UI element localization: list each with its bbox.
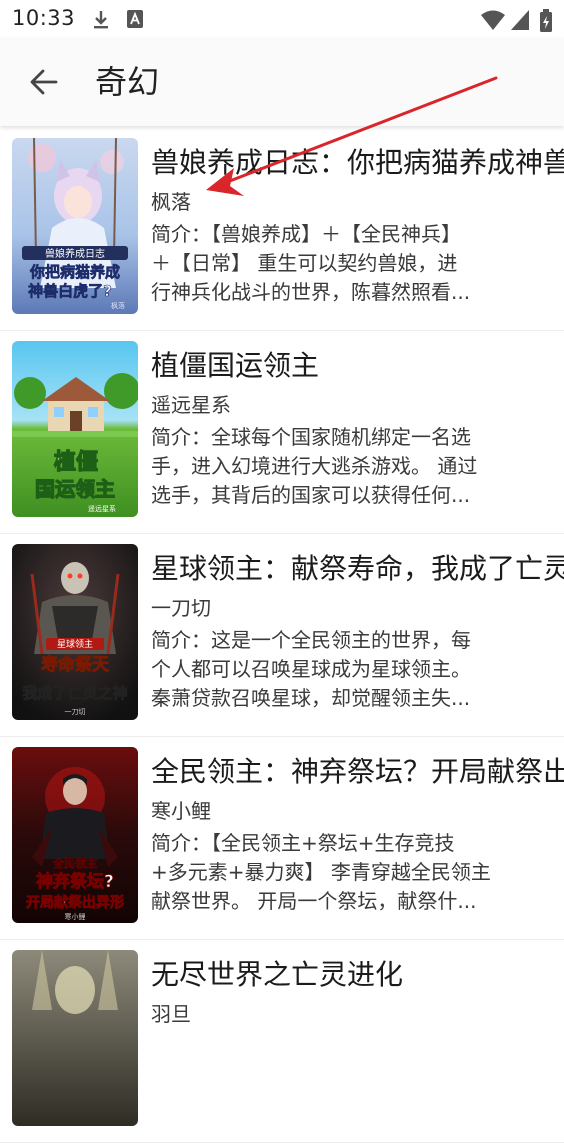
book-item[interactable]: 植僵 国运领主 遥远星系 植僵国运领主 遥远星系 简介：全球每个国家随机绑定一名… (0, 331, 564, 534)
wifi-icon (480, 9, 506, 35)
book-cover: 植僵 国运领主 遥远星系 (12, 341, 138, 517)
intro-line: 简介：【兽娘养成】＋【全民神兵】 (151, 222, 461, 246)
cover-author: 枫落 (111, 301, 125, 310)
book-intro: 简介：这是一个全民领主的世界，每 个人都可以召唤星球成为星球领主。 秦萧贷款召唤… (151, 626, 511, 713)
intro-line: 选手，其背后的国家可以获得任何... (151, 483, 471, 507)
book-title: 无尽世界之亡灵进化 (151, 958, 404, 991)
book-title: 兽娘养成日志：你把病猫养成神兽 (151, 146, 564, 179)
book-title: 植僵国运领主 (151, 349, 320, 382)
intro-line: 献祭世界。 开局一个祭坛，献祭什... (151, 889, 477, 913)
download-icon (92, 9, 110, 35)
cover-title-line1: 神弃祭坛? (36, 871, 114, 892)
cover-subtitle: 兽娘养成日志 (45, 247, 105, 260)
book-intro: 简介：全球每个国家随机绑定一名选 手，进入幻境进行大逃杀游戏。 通过 选手，其背… (151, 423, 511, 510)
book-cover: 兽娘养成日志 你把病猫养成 神兽白虎了? 枫落 (12, 138, 138, 314)
back-button[interactable] (20, 60, 68, 104)
cover-title-line2: 国运领主 (35, 477, 115, 501)
intro-line: 行神兵化战斗的世界，陈暮然照看... (151, 280, 471, 304)
cover-title-line1: 植僵 (54, 449, 98, 475)
book-item[interactable]: 无尽世界之亡灵进化 羽旦 (0, 940, 564, 1143)
cover-title-line2: 我成了亡灵之神 (22, 684, 127, 702)
cover-title-line1: 你把病猫养成 (29, 263, 120, 281)
intro-line: 简介：全球每个国家随机绑定一名选 (151, 425, 471, 449)
arrow-left-icon (30, 69, 58, 95)
book-cover: 全民领主 神弃祭坛? 开局献祭出异形 寒小鲤 (12, 747, 138, 923)
cover-subtitle: 星球领主 (57, 638, 93, 650)
cover-title-line2: 开局献祭出异形 (26, 894, 124, 911)
intro-line: 简介：这是一个全民领主的世界，每 (151, 628, 471, 652)
intro-line: 手，进入幻境进行大逃杀游戏。 通过 (151, 454, 478, 478)
cover-author: 遥远星系 (88, 504, 116, 513)
book-title: 星球领主：献祭寿命，我成了亡灵 (151, 552, 564, 585)
book-author: 一刀切 (151, 596, 211, 620)
book-author: 枫落 (151, 190, 191, 214)
intro-line: ＋【日常】 重生可以契约兽娘，进 (151, 251, 458, 275)
intro-line: +多元素+暴力爽】 李青穿越全民领主 (151, 860, 491, 884)
cover-author: 一刀切 (65, 708, 86, 716)
book-title: 全民领主：神弃祭坛？开局献祭出 (151, 755, 564, 788)
status-bar: 10:33 (0, 0, 564, 38)
book-author: 寒小鲤 (151, 799, 211, 823)
intro-line: 简介：【全民领主+祭坛+生存竞技 (151, 831, 455, 855)
intro-line: 个人都可以召唤星球成为星球领主。 (151, 657, 471, 681)
signal-icon (510, 9, 530, 35)
book-author: 遥远星系 (151, 393, 231, 417)
cover-title-line2: 神兽白虎了? (28, 282, 112, 300)
book-cover: 星球领主 寿命祭天 我成了亡灵之神 一刀切 (12, 544, 138, 720)
page-title: 奇幻 (95, 63, 160, 101)
app-bar: 奇幻 (0, 38, 564, 126)
status-time: 10:33 (12, 6, 76, 30)
book-item[interactable]: 全民领主 神弃祭坛? 开局献祭出异形 寒小鲤 全民领主：神弃祭坛？开局献祭出 寒… (0, 737, 564, 940)
book-author: 羽旦 (151, 1002, 191, 1026)
book-intro: 简介：【全民领主+祭坛+生存竞技 +多元素+暴力爽】 李青穿越全民领主 献祭世界… (151, 829, 511, 916)
cover-subtitle: 全民领主 (52, 856, 97, 870)
intro-line: 秦萧贷款召唤星球，却觉醒领主失... (151, 686, 471, 710)
a-notification-icon (126, 9, 144, 33)
book-list: 兽娘养成日志 你把病猫养成 神兽白虎了? 枫落 兽娘养成日志：你把病猫养成神兽 … (0, 128, 564, 1143)
cover-title-line1: 寿命祭天 (41, 654, 110, 675)
book-item[interactable]: 兽娘养成日志 你把病猫养成 神兽白虎了? 枫落 兽娘养成日志：你把病猫养成神兽 … (0, 128, 564, 331)
cover-author: 寒小鲤 (65, 912, 86, 921)
book-intro: 简介：【兽娘养成】＋【全民神兵】 ＋【日常】 重生可以契约兽娘，进 行神兵化战斗… (151, 220, 511, 307)
battery-icon (539, 9, 553, 37)
book-item[interactable]: 星球领主 寿命祭天 我成了亡灵之神 一刀切 星球领主：献祭寿命，我成了亡灵 一刀… (0, 534, 564, 737)
book-cover (12, 950, 138, 1126)
